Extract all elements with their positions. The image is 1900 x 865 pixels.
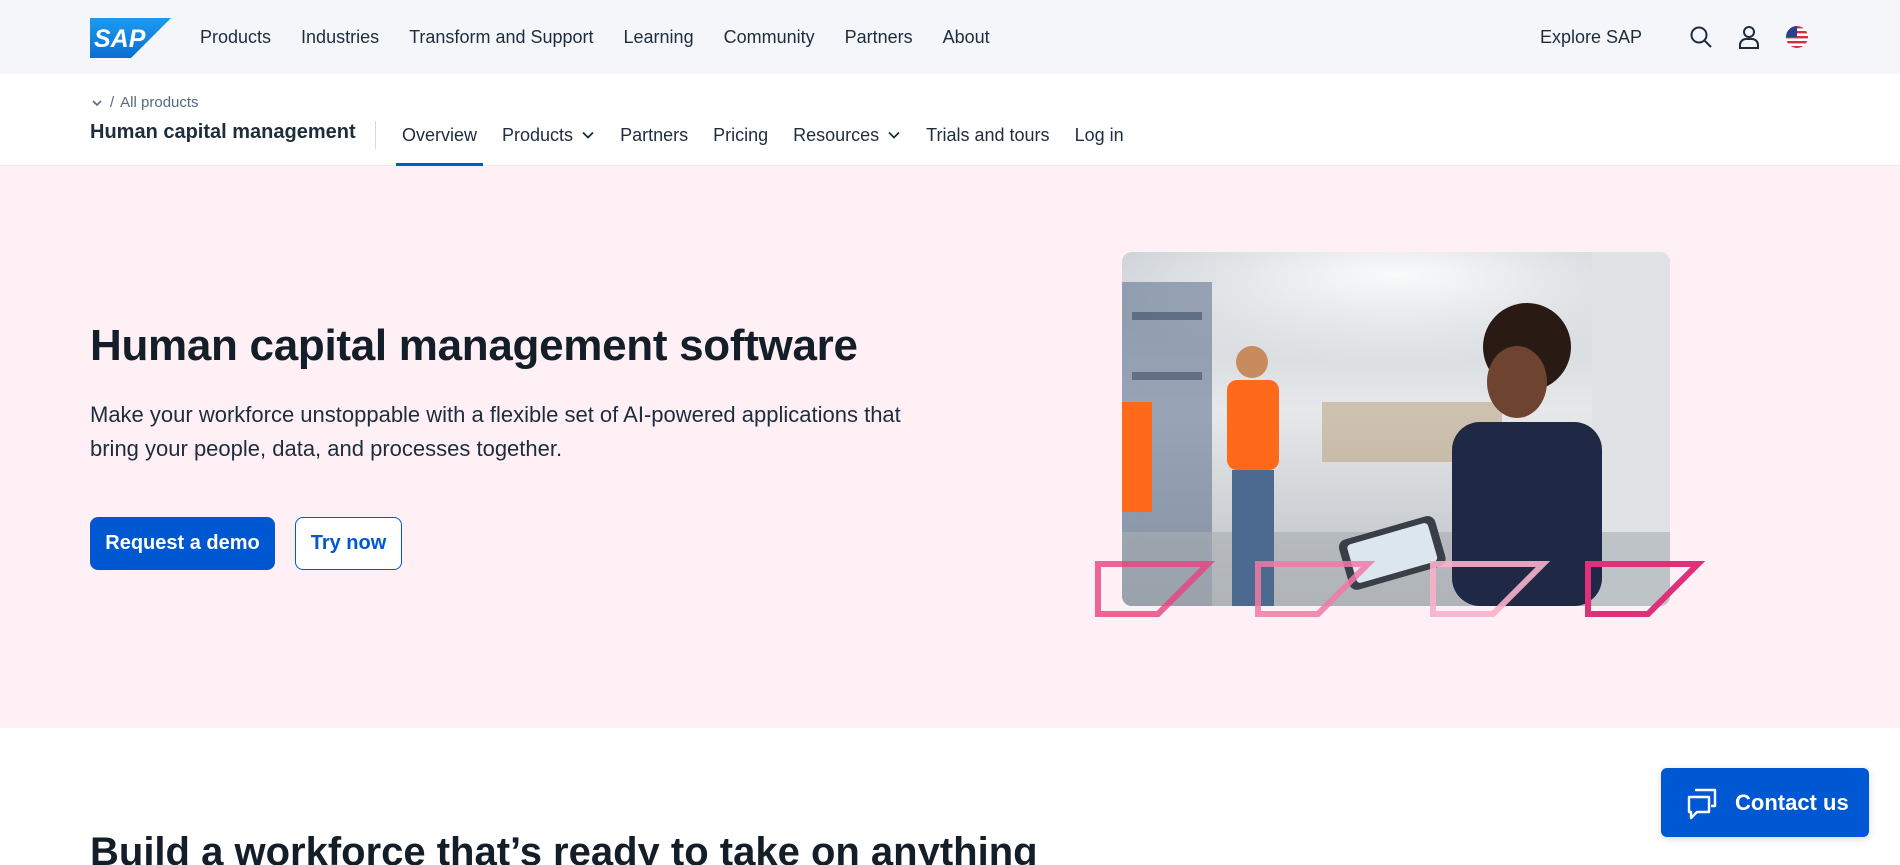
intro-section: Build a workforce that’s ready to take o…: [0, 728, 1900, 865]
nav-link-partners[interactable]: Partners: [845, 27, 913, 48]
nav-link-about[interactable]: About: [943, 27, 990, 48]
hero-section: Human capital management software Make y…: [0, 166, 1900, 728]
breadcrumb: / All products: [90, 94, 199, 111]
request-demo-button[interactable]: Request a demo: [90, 517, 275, 570]
tab-label: Partners: [620, 124, 689, 145]
tab-label: Trials and tours: [926, 124, 1050, 145]
breadcrumb-all-products[interactable]: All products: [120, 94, 198, 111]
contact-us-label: Contact us: [1735, 789, 1849, 815]
global-nav-links: Products Industries Transform and Suppor…: [200, 0, 1020, 74]
try-now-button[interactable]: Try now: [295, 517, 402, 570]
sap-logo[interactable]: SAP: [90, 18, 171, 58]
contact-us-button[interactable]: Contact us: [1661, 768, 1869, 837]
nav-link-learning[interactable]: Learning: [624, 27, 694, 48]
global-nav-actions: Explore SAP: [1540, 0, 1810, 74]
tab-log-in[interactable]: Log in: [1069, 104, 1130, 166]
chevron-down-icon[interactable]: [90, 96, 104, 110]
section-title: Build a workforce that’s ready to take o…: [90, 830, 1038, 865]
breadcrumb-separator: /: [110, 94, 115, 111]
hero-subtitle: Make your workforce unstoppable with a f…: [90, 402, 901, 461]
chevron-down-icon: [888, 131, 900, 139]
hero-image: [1122, 252, 1670, 606]
explore-sap-link[interactable]: Explore SAP: [1540, 27, 1642, 48]
user-icon[interactable]: [1736, 24, 1762, 50]
decorative-shapes: [1095, 561, 1706, 617]
chevron-down-icon: [582, 131, 594, 139]
search-icon[interactable]: [1688, 24, 1714, 50]
nav-link-transform-support[interactable]: Transform and Support: [409, 27, 593, 48]
product-subnav: / All products Human capital management …: [0, 74, 1900, 167]
tab-overview[interactable]: Overview: [396, 104, 484, 167]
nav-link-community[interactable]: Community: [724, 27, 815, 48]
hero-title: Human capital management software: [90, 321, 858, 370]
global-nav: SAP Products Industries Transform and Su…: [0, 0, 1900, 74]
us-flag-icon[interactable]: [1784, 24, 1810, 50]
product-title[interactable]: Human capital management: [90, 121, 356, 144]
tab-label: Pricing: [713, 124, 769, 145]
tab-label: Products: [502, 124, 574, 145]
subnav-tabs: Overview Products Partners Pricing Resou…: [396, 104, 1143, 167]
logo-text: SAP: [94, 25, 146, 53]
tab-resources[interactable]: Resources: [787, 104, 907, 166]
chat-icon: [1687, 788, 1717, 819]
tab-label: Overview: [402, 124, 478, 145]
nav-link-products[interactable]: Products: [200, 27, 271, 48]
tab-trials-tours[interactable]: Trials and tours: [920, 104, 1055, 166]
tab-pricing[interactable]: Pricing: [707, 104, 774, 166]
tab-products[interactable]: Products: [496, 104, 601, 166]
nav-link-industries[interactable]: Industries: [301, 27, 379, 48]
tab-label: Resources: [793, 124, 880, 145]
subnav-divider: [375, 121, 376, 149]
tab-label: Log in: [1074, 124, 1124, 145]
tab-partners[interactable]: Partners: [614, 104, 694, 166]
